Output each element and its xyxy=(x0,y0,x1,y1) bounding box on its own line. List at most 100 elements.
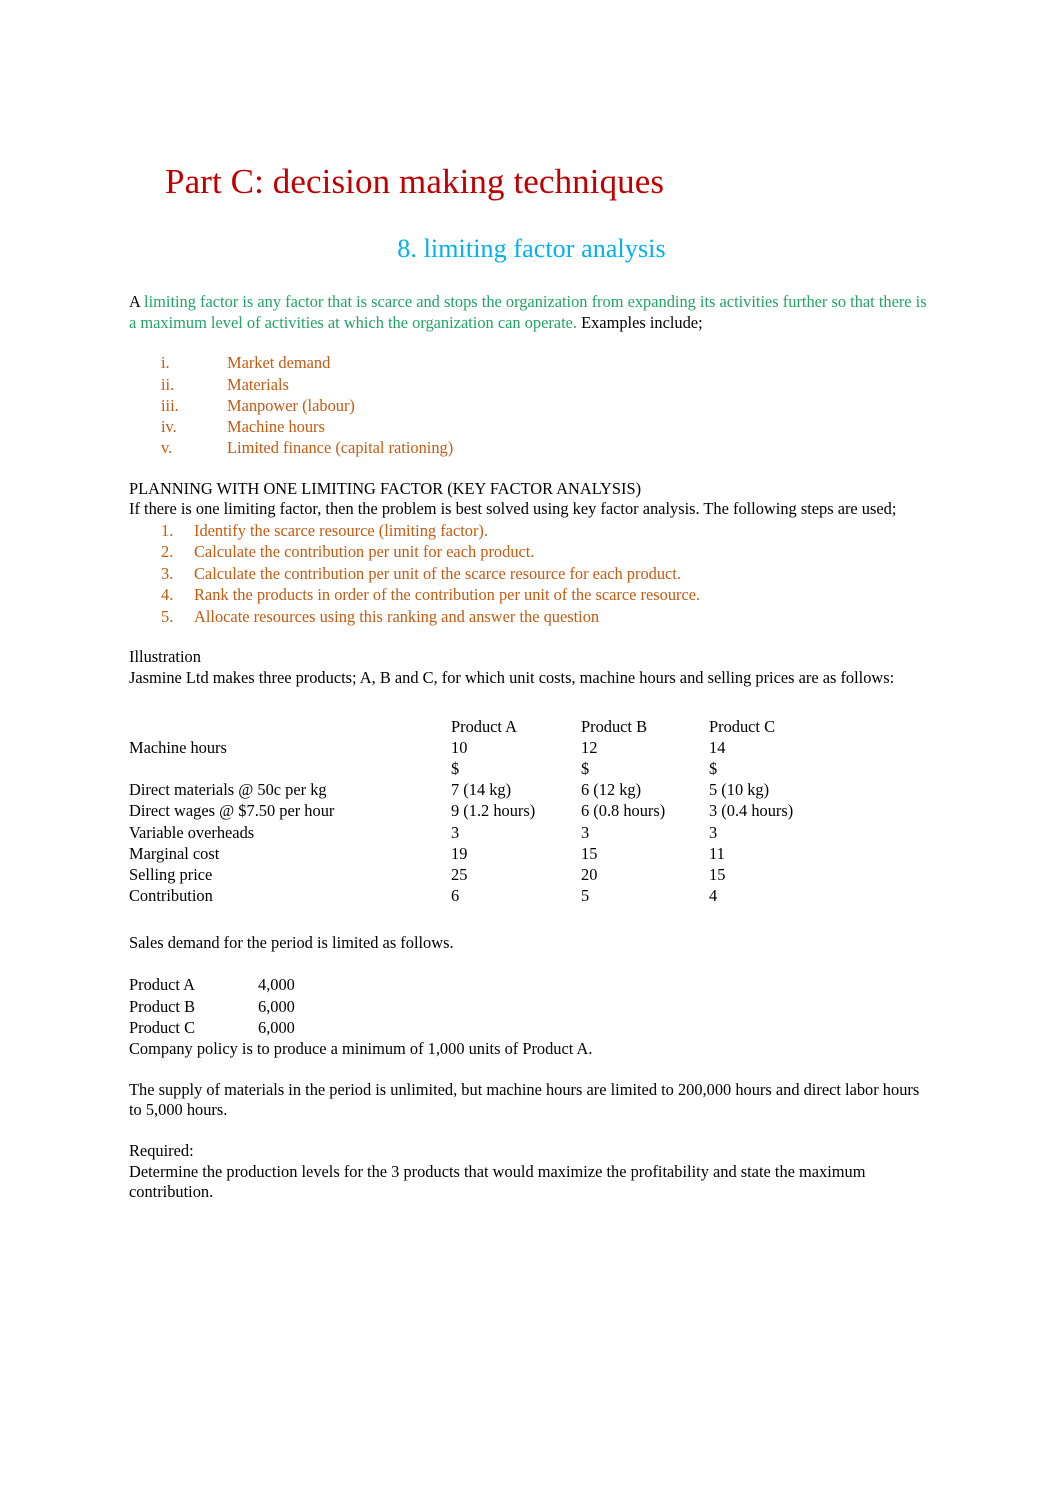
list-item-label: Calculate the contribution per unit of t… xyxy=(194,563,681,583)
row-label: Product A xyxy=(129,975,196,995)
cell-product-b: 15 xyxy=(581,843,598,863)
examples-list: i. Market demand ii. Materials iii. Manp… xyxy=(129,333,934,458)
cell-product-c: 11 xyxy=(709,843,725,863)
definition-trailing-text: Examples include; xyxy=(577,312,703,332)
planning-intro: If there is one limiting factor, then th… xyxy=(129,499,897,519)
company-policy-text: Company policy is to produce a minimum o… xyxy=(129,1039,593,1059)
cell-product-c: 3 xyxy=(709,822,718,842)
list-marker: 4. xyxy=(161,585,174,605)
row-label: Machine hours xyxy=(129,737,227,757)
list-item-label: Allocate resources using this ranking an… xyxy=(194,606,600,626)
row-label: Variable overheads xyxy=(129,822,255,842)
table-row: Direct wages @ $7.50 per hour 9 (1.2 hou… xyxy=(129,800,934,821)
cell-product-b: 12 xyxy=(581,737,598,757)
required-heading: Required: xyxy=(129,1140,194,1160)
list-marker: v. xyxy=(161,438,173,458)
table-row: Selling price 25 20 15 xyxy=(129,864,934,885)
cell-product-a: 6 xyxy=(451,886,460,906)
list-item-label: Calculate the contribution per unit for … xyxy=(194,542,535,562)
key-factor-steps-list: 1. Identify the scarce resource (limitin… xyxy=(129,520,934,628)
list-item-label: Manpower (labour) xyxy=(227,395,355,415)
table-row: Product C 6,000 xyxy=(129,1017,458,1039)
row-label: Marginal cost xyxy=(129,843,220,863)
definition-highlight-text: limiting factor is any factor that is sc… xyxy=(129,292,927,332)
list-marker: 2. xyxy=(161,542,174,562)
planning-heading: PLANNING WITH ONE LIMITING FACTOR (KEY F… xyxy=(129,478,642,498)
cell-product-c: $ xyxy=(709,759,718,779)
list-item-label: Limited finance (capital rationing) xyxy=(227,438,454,458)
table-row: Contribution 6 5 4 xyxy=(129,885,934,906)
column-header-product-a: Product A xyxy=(451,716,518,736)
list-item: 5. Allocate resources using this ranking… xyxy=(129,606,934,628)
row-label: Contribution xyxy=(129,886,213,906)
column-header xyxy=(129,716,451,737)
row-label xyxy=(129,758,451,779)
illustration-intro: Jasmine Ltd makes three products; A, B a… xyxy=(129,668,895,688)
cell-product-b: 6 (0.8 hours) xyxy=(581,801,666,821)
list-marker: iii. xyxy=(161,395,179,415)
cell-product-a: 19 xyxy=(451,843,468,863)
cell-product-a: 25 xyxy=(451,865,468,885)
list-item: 1. Identify the scarce resource (limitin… xyxy=(129,520,934,542)
row-value: 6,000 xyxy=(258,1018,295,1038)
table-row: Product B 6,000 xyxy=(129,996,458,1018)
cell-product-c: 14 xyxy=(709,737,726,757)
list-item: 4. Rank the products in order of the con… xyxy=(129,584,934,606)
product-cost-table: Product A Product B Product C Machine ho… xyxy=(129,716,934,907)
cell-product-b: $ xyxy=(581,759,590,779)
row-label: Selling price xyxy=(129,865,213,885)
table-row: Machine hours 10 12 14 xyxy=(129,737,934,758)
table-row: $ $ $ xyxy=(129,758,934,779)
list-item-label: Market demand xyxy=(227,353,331,373)
row-value: 4,000 xyxy=(258,975,295,995)
cell-product-c: 3 (0.4 hours) xyxy=(709,801,794,821)
row-value: 6,000 xyxy=(258,996,295,1016)
cell-product-c: 5 (10 kg) xyxy=(709,780,770,800)
list-marker: 5. xyxy=(161,606,174,626)
limiting-factor-definition-paragraph: A limiting factor is any factor that is … xyxy=(129,264,934,333)
cell-product-b: 5 xyxy=(581,886,590,906)
list-item-label: Machine hours xyxy=(227,417,325,437)
list-item: iii. Manpower (labour) xyxy=(129,395,934,416)
list-item: ii. Materials xyxy=(129,374,934,395)
column-header-product-b: Product B xyxy=(581,716,648,736)
section-subtitle: 8. limiting factor analysis xyxy=(397,234,666,264)
cell-product-a: 9 (1.2 hours) xyxy=(451,801,536,821)
row-label: Direct wages @ $7.50 per hour xyxy=(129,801,335,821)
sales-demand-table: Product A 4,000 Product B 6,000 Product … xyxy=(129,974,458,1039)
row-label: Product B xyxy=(129,996,196,1016)
cell-product-c: 4 xyxy=(709,886,718,906)
cell-product-b: 6 (12 kg) xyxy=(581,780,642,800)
cell-product-b: 20 xyxy=(581,865,598,885)
page-title: Part C: decision making techniques xyxy=(165,162,665,201)
column-header-product-c: Product C xyxy=(709,716,776,736)
document-page: Part C: decision making techniques 8. li… xyxy=(0,0,1062,1504)
list-item-label: Materials xyxy=(227,374,289,394)
cell-product-a: $ xyxy=(451,759,460,779)
list-item: 2. Calculate the contribution per unit f… xyxy=(129,541,934,563)
table-row: Product A 4,000 xyxy=(129,974,458,996)
table-header-row: Product A Product B Product C xyxy=(129,716,934,737)
list-item: v. Limited finance (capital rationing) xyxy=(129,437,934,458)
row-label: Direct materials @ 50c per kg xyxy=(129,780,327,800)
cell-product-a: 3 xyxy=(451,822,460,842)
cell-product-a: 10 xyxy=(451,737,468,757)
sales-demand-intro: Sales demand for the period is limited a… xyxy=(129,933,454,953)
required-text: Determine the production levels for the … xyxy=(129,1161,866,1202)
list-marker: 1. xyxy=(161,520,174,540)
list-marker: 3. xyxy=(161,563,174,583)
list-marker: ii. xyxy=(161,374,175,394)
list-marker: i. xyxy=(161,353,170,373)
table-row: Direct materials @ 50c per kg 7 (14 kg) … xyxy=(129,779,934,800)
list-item-label: Rank the products in order of the contri… xyxy=(194,585,701,605)
list-item: 3. Calculate the contribution per unit o… xyxy=(129,563,934,585)
illustration-heading: Illustration xyxy=(129,647,201,667)
list-marker: iv. xyxy=(161,417,177,437)
